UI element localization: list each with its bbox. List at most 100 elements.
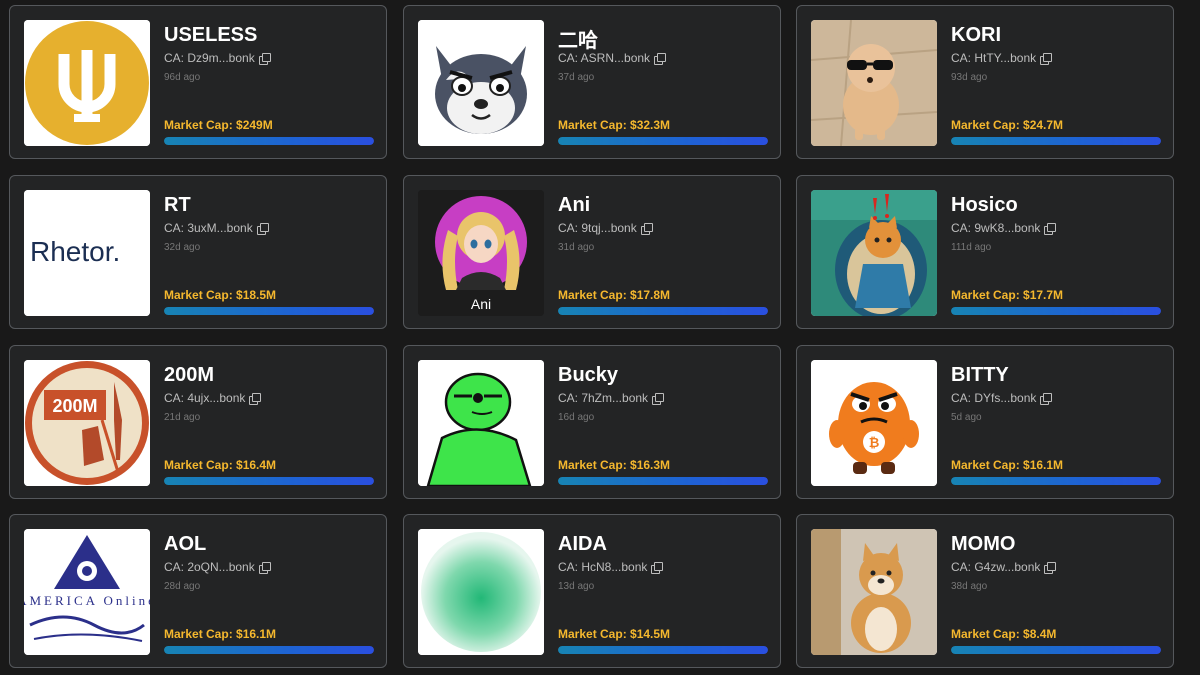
token-name: Ani — [558, 194, 591, 216]
token-card-aida[interactable]: AIDA CA: HcN8...bonk 13d ago Market Cap:… — [403, 514, 781, 668]
token-age: 32d ago — [164, 242, 201, 253]
market-cap-bar — [164, 137, 374, 145]
token-name: AIDA — [558, 533, 607, 555]
contract-address[interactable]: CA: 9tqj...bonk — [558, 221, 653, 235]
token-age: 5d ago — [951, 412, 982, 423]
token-image-ani: Ani — [418, 190, 544, 316]
token-name: 200M — [164, 364, 215, 386]
market-cap: Market Cap: $18.5M — [164, 288, 277, 302]
contract-address[interactable]: CA: HcN8...bonk — [558, 560, 664, 574]
token-card-rt[interactable]: Rhetor. RT CA: 3uxM...bonk 32d ago Marke… — [9, 175, 387, 329]
token-name: Bucky — [558, 364, 619, 386]
token-age: 37d ago — [558, 72, 595, 83]
token-card-200m[interactable]: 200M 200M CA: 4ujx...bonk 21d ago Market… — [9, 345, 387, 499]
token-name: AOL — [164, 533, 207, 555]
orange-monster-icon: ₿ — [811, 360, 937, 486]
contract-address[interactable]: CA: DYfs...bonk — [951, 391, 1053, 405]
copy-icon[interactable] — [258, 53, 271, 65]
aol-image-text: AMERICA Online — [24, 593, 150, 608]
token-card-bucky[interactable]: Bucky CA: 7hZm...bonk 16d ago Market Cap… — [403, 345, 781, 499]
copy-icon[interactable] — [1044, 562, 1057, 574]
token-age: 38d ago — [951, 581, 988, 592]
token-card-aol[interactable]: AMERICA Online AOL CA: 2oQN...bonk 28d a… — [9, 514, 387, 668]
market-cap-bar-fill — [558, 307, 768, 315]
svg-text:₿: ₿ — [869, 435, 880, 450]
market-cap-bar-fill — [558, 137, 768, 145]
anime-girl-icon: Ani — [418, 190, 544, 316]
contract-address[interactable]: CA: HtTY...bonk — [951, 51, 1053, 65]
token-age: 31d ago — [558, 242, 595, 253]
market-cap-bar — [951, 646, 1161, 654]
token-card-erha[interactable]: 二哈 CA: ASRN...bonk 37d ago Market Cap: $… — [403, 5, 781, 159]
token-name: USELESS — [164, 24, 258, 46]
market-cap: Market Cap: $8.4M — [951, 627, 1057, 641]
rhetor-logo-text: Rhetor. — [30, 236, 120, 267]
token-name: MOMO — [951, 533, 1016, 555]
token-name: BITTY — [951, 364, 1009, 386]
contract-address-text: CA: 4ujx...bonk — [164, 391, 246, 405]
token-image-200m: 200M — [24, 360, 150, 486]
contract-address[interactable]: CA: Dz9m...bonk — [164, 51, 271, 65]
contract-address[interactable]: CA: 3uxM...bonk — [164, 221, 269, 235]
copy-icon[interactable] — [256, 223, 269, 235]
token-card-kori[interactable]: KORI CA: HtTY...bonk 93d ago Market Cap:… — [796, 5, 1174, 159]
token-age: 28d ago — [164, 581, 201, 592]
market-cap-bar — [558, 646, 768, 654]
shiba-dog-icon — [811, 529, 937, 655]
market-cap-bar-fill — [558, 646, 768, 654]
copy-icon[interactable] — [1040, 393, 1053, 405]
america-online-logo-icon: AMERICA Online — [24, 529, 150, 655]
token-image-rt: Rhetor. — [24, 190, 150, 316]
token-image-aol: AMERICA Online — [24, 529, 150, 655]
token-grid: USELESS CA: Dz9m...bonk 96d ago Market C… — [0, 0, 1200, 675]
market-cap: Market Cap: $16.3M — [558, 458, 671, 472]
copy-icon[interactable] — [1040, 53, 1053, 65]
copy-icon[interactable] — [640, 223, 653, 235]
token-age: 16d ago — [558, 412, 595, 423]
market-cap-bar — [164, 477, 374, 485]
copy-icon[interactable] — [1044, 223, 1057, 235]
ani-image-text: Ani — [471, 296, 491, 312]
market-cap-bar-fill — [951, 646, 1161, 654]
token-name: Hosico — [951, 194, 1018, 216]
token-card-hosico[interactable]: Hosico CA: 9wK8...bonk 111d ago Market C… — [796, 175, 1174, 329]
market-cap-bar — [558, 477, 768, 485]
copy-icon[interactable] — [652, 393, 665, 405]
contract-address[interactable]: CA: 7hZm...bonk — [558, 391, 665, 405]
token-age: 21d ago — [164, 412, 201, 423]
contract-address-text: CA: HcN8...bonk — [558, 560, 648, 574]
token-card-momo[interactable]: MOMO CA: G4zw...bonk 38d ago Market Cap:… — [796, 514, 1174, 668]
contract-address-text: CA: 3uxM...bonk — [164, 221, 253, 235]
token-image-useless — [24, 20, 150, 146]
market-cap: Market Cap: $24.7M — [951, 118, 1064, 132]
market-cap-bar — [558, 137, 768, 145]
contract-address-text: CA: Dz9m...bonk — [164, 51, 255, 65]
token-card-ani[interactable]: Ani Ani CA: 9tqj...bonk 31d ago Market C… — [403, 175, 781, 329]
market-cap-bar-fill — [951, 477, 1161, 485]
copy-icon[interactable] — [651, 562, 664, 574]
market-cap-bar — [164, 646, 374, 654]
contract-address[interactable]: CA: 2oQN...bonk — [164, 560, 271, 574]
token-age: 111d ago — [951, 242, 992, 253]
market-cap: Market Cap: $32.3M — [558, 118, 671, 132]
token-age: 96d ago — [164, 72, 201, 83]
copy-icon[interactable] — [654, 53, 667, 65]
useless-logo-icon — [24, 20, 150, 146]
contract-address[interactable]: CA: ASRN...bonk — [558, 51, 667, 65]
token-image-momo — [811, 529, 937, 655]
market-cap-bar — [951, 307, 1161, 315]
contract-address-text: CA: 9wK8...bonk — [951, 221, 1041, 235]
copy-icon[interactable] — [249, 393, 262, 405]
token-image-kori — [811, 20, 937, 146]
contract-address[interactable]: CA: G4zw...bonk — [951, 560, 1057, 574]
contract-address[interactable]: CA: 4ujx...bonk — [164, 391, 262, 405]
token-card-bitty[interactable]: ₿ BITTY CA: DYfs...bonk 5d ago Market Ca… — [796, 345, 1174, 499]
contract-address[interactable]: CA: 9wK8...bonk — [951, 221, 1057, 235]
contract-address-text: CA: 9tqj...bonk — [558, 221, 637, 235]
copy-icon[interactable] — [258, 562, 271, 574]
token-image-aida — [418, 529, 544, 655]
market-cap: Market Cap: $16.1M — [164, 627, 277, 641]
contract-address-text: CA: HtTY...bonk — [951, 51, 1037, 65]
token-card-useless[interactable]: USELESS CA: Dz9m...bonk 96d ago Market C… — [9, 5, 387, 159]
market-cap: Market Cap: $17.8M — [558, 288, 671, 302]
